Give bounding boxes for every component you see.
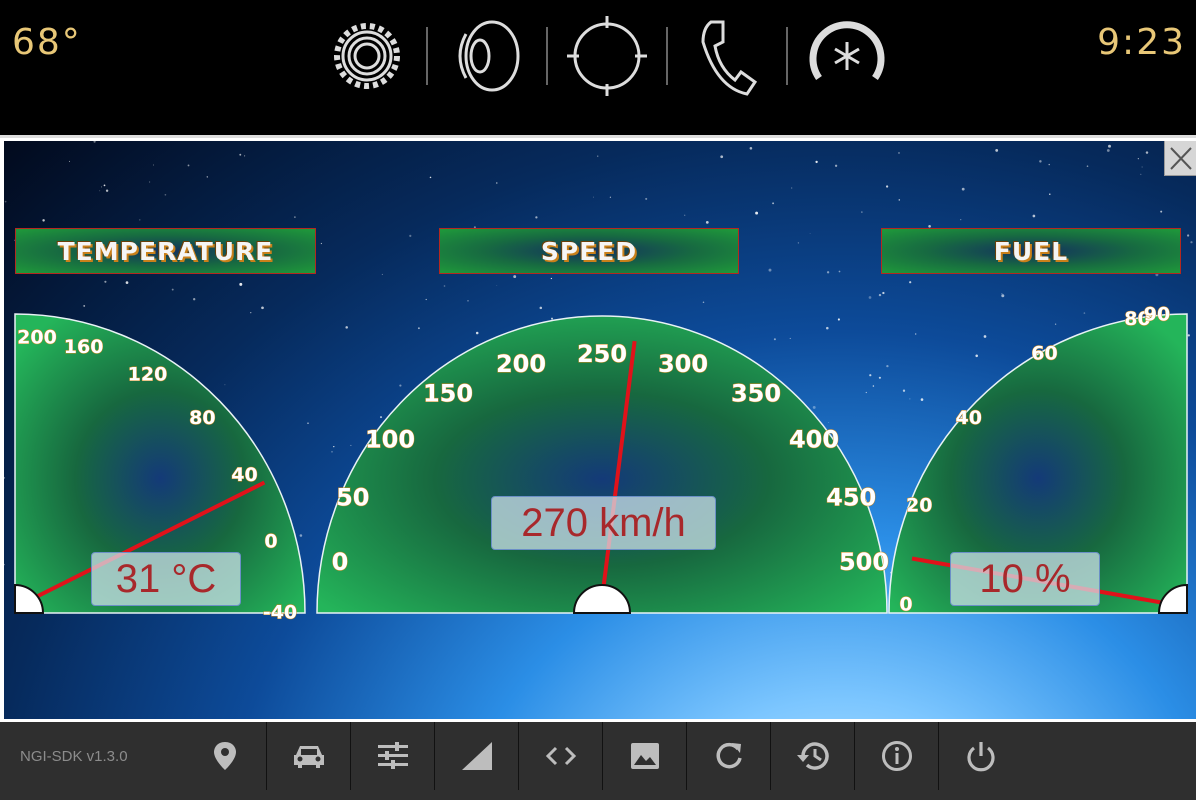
phone-icon[interactable] bbox=[680, 14, 774, 98]
bottom-toolbar: NGI-SDK v1.3.0 bbox=[0, 722, 1196, 800]
temperature-tick-label: 80 bbox=[189, 407, 215, 429]
temperature-tick-label: 200 bbox=[17, 327, 57, 349]
gauges-panel: 200 16012080400-40 050100150200 250 3003504… bbox=[14, 303, 1188, 624]
temperature-tick-label: 0 bbox=[264, 530, 277, 552]
fuel-tick-label: 40 bbox=[955, 407, 981, 429]
speed-tick-label: 250 bbox=[577, 340, 627, 368]
signal-icon bbox=[461, 742, 492, 770]
sdk-version: NGI-SDK v1.3.0 bbox=[20, 748, 128, 765]
temperature-tick-label: -40 bbox=[263, 602, 297, 624]
gear-icon[interactable] bbox=[320, 14, 414, 98]
speed-tick-label: 300 bbox=[658, 350, 708, 378]
fuel-tick-label: 60 bbox=[1031, 342, 1057, 364]
adjust-settings-button[interactable] bbox=[351, 722, 435, 790]
car-button[interactable] bbox=[267, 722, 351, 790]
history-button[interactable] bbox=[771, 722, 855, 790]
clock: 9:23 bbox=[1097, 22, 1186, 63]
temperature-tick-label: 40 bbox=[231, 464, 257, 486]
temperature-tick-label: 120 bbox=[128, 363, 168, 385]
top-icon-bar bbox=[320, 14, 894, 98]
separator bbox=[786, 27, 788, 85]
image-button[interactable] bbox=[603, 722, 687, 790]
speed-tick-label: 200 bbox=[496, 350, 546, 378]
info-button[interactable] bbox=[855, 722, 939, 790]
speed-tick-label: 50 bbox=[336, 484, 369, 512]
code-icon bbox=[545, 746, 576, 766]
climate-icon[interactable] bbox=[800, 14, 894, 98]
speed-gauge: 0 50 100 150 200 250 300 350 400 450 500 bbox=[316, 315, 890, 614]
refresh-button[interactable] bbox=[687, 722, 771, 790]
fuel-tick-label: 0 bbox=[899, 594, 912, 616]
signal-button[interactable] bbox=[435, 722, 519, 790]
speed-tick-label: 100 bbox=[365, 426, 415, 454]
speed-tick-label: 350 bbox=[731, 380, 781, 408]
speed-tick-label: 400 bbox=[789, 426, 839, 454]
speed-tick-label: 450 bbox=[826, 484, 876, 512]
fuel-readout: 10 % bbox=[950, 552, 1100, 606]
temperature-readout: 31 °C bbox=[91, 552, 241, 606]
speed-readout: 270 km/h bbox=[491, 496, 716, 550]
refresh-icon bbox=[716, 742, 742, 769]
speed-tick-label: 0 bbox=[332, 548, 349, 576]
temperature-tick-label: 160 bbox=[64, 336, 104, 358]
speed-tick-label: 150 bbox=[423, 380, 473, 408]
dashboard-stage: TEMPERATURE SPEED FUEL 200 160 120 80 40 0 -40… bbox=[4, 141, 1196, 719]
power-icon bbox=[967, 742, 995, 772]
speed-tick-label: 500 bbox=[839, 548, 889, 576]
location-icon bbox=[213, 742, 236, 770]
bottom-icon-bar bbox=[183, 722, 1023, 790]
fuel-tick-label: 90 bbox=[1144, 304, 1170, 326]
fuel-tick-label: 20 bbox=[906, 494, 932, 516]
code-button[interactable] bbox=[519, 722, 603, 790]
image-icon bbox=[630, 743, 659, 769]
navigation-icon[interactable] bbox=[560, 14, 654, 98]
info-icon bbox=[881, 741, 912, 771]
location-button[interactable] bbox=[183, 722, 267, 790]
separator bbox=[546, 27, 548, 85]
power-button[interactable] bbox=[939, 722, 1023, 790]
history-icon bbox=[796, 742, 829, 770]
top-bar: 68° 9:23 bbox=[0, 0, 1196, 138]
separator bbox=[666, 27, 668, 85]
separator bbox=[426, 27, 428, 85]
outside-temperature: 68° bbox=[12, 22, 82, 63]
car-icon bbox=[293, 746, 324, 768]
settings-sliders-icon bbox=[377, 742, 408, 769]
speaker-icon[interactable] bbox=[440, 14, 534, 98]
